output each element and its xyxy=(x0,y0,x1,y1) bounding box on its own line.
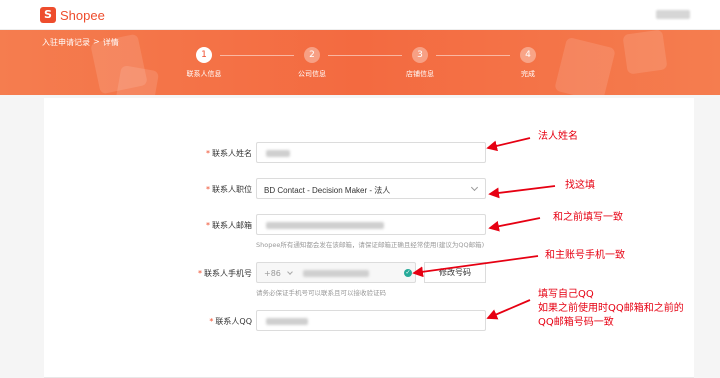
contact-position-select[interactable]: BD Contact - Decision Maker - 法人 xyxy=(256,178,486,199)
step-label: 完成 xyxy=(521,70,535,78)
step-number: 3 xyxy=(412,47,428,63)
phone-hint: 请务必保证手机号可以联系且可以接收验证码 xyxy=(256,289,386,297)
annotation-same-as-before: 和之前填写一致 xyxy=(553,212,623,223)
blurred-value xyxy=(266,150,290,157)
contact-email-input[interactable] xyxy=(256,214,486,235)
position-selected-value: BD Contact - Decision Maker - 法人 xyxy=(264,186,391,195)
step-label: 公司信息 xyxy=(298,70,326,78)
qq-label: * 联系人QQ xyxy=(209,317,252,326)
contact-phone-input[interactable]: +86 ✓ xyxy=(256,262,416,283)
step-4: 4 完成 xyxy=(498,47,558,79)
step-label: 店铺信息 xyxy=(406,70,434,78)
email-hint: Shopee所有通知都会发在该邮箱，请保证邮箱正确且经常使用(建议为QQ邮箱) xyxy=(256,241,485,249)
progress-banner: 入驻申请记录 > 详情 1 联系人信息 2 公司信息 3 店铺信息 4 完成 xyxy=(0,30,720,95)
bag-decoration xyxy=(622,30,668,75)
top-bar: S Shopee xyxy=(0,0,720,30)
blurred-value xyxy=(266,318,308,325)
email-label: * 联系人邮箱 xyxy=(206,221,252,230)
step-3: 3 店铺信息 xyxy=(390,47,450,79)
logo-text: Shopee xyxy=(60,7,105,23)
shopee-bag-icon: S xyxy=(40,7,56,23)
position-label: * 联系人职位 xyxy=(206,185,252,194)
breadcrumb: 入驻申请记录 > 详情 xyxy=(42,37,119,48)
change-number-button[interactable]: 修改号码 xyxy=(424,262,486,283)
breadcrumb-parent[interactable]: 入驻申请记录 xyxy=(42,37,90,48)
annotation-same-phone: 和主账号手机一致 xyxy=(545,250,625,261)
blurred-value xyxy=(303,270,369,277)
contact-form-card: * 联系人姓名 * 联系人职位 BD Contact - Decision Make… xyxy=(44,98,694,378)
step-number: 1 xyxy=(196,47,212,63)
step-2: 2 公司信息 xyxy=(282,47,342,79)
country-code[interactable]: +86 xyxy=(264,269,281,278)
step-indicator: 1 联系人信息 2 公司信息 3 店铺信息 4 完成 xyxy=(168,47,558,87)
bag-decoration xyxy=(554,36,616,95)
chevron-down-icon xyxy=(287,269,293,275)
blurred-value xyxy=(266,222,384,229)
annotation-qq-line-2: 如果之前使用时QQ邮箱和之前的 xyxy=(538,303,684,314)
chevron-down-icon xyxy=(470,183,479,192)
verified-check-icon: ✓ xyxy=(404,269,412,277)
annotation-legal-name: 法人姓名 xyxy=(538,131,578,142)
step-number: 4 xyxy=(520,47,536,63)
breadcrumb-separator: > xyxy=(93,37,100,46)
annotation-qq-line-3: QQ邮箱号码一致 xyxy=(538,317,614,328)
contact-name-input[interactable] xyxy=(256,142,486,163)
step-label: 联系人信息 xyxy=(186,70,222,78)
breadcrumb-current: 详情 xyxy=(102,38,119,47)
contact-qq-input[interactable] xyxy=(256,310,486,331)
bag-decoration xyxy=(114,65,160,95)
annotation-find-this: 找这填 xyxy=(565,180,595,191)
step-number: 2 xyxy=(304,47,320,63)
name-label: * 联系人姓名 xyxy=(206,149,252,158)
step-1: 1 联系人信息 xyxy=(174,47,234,79)
annotation-qq-line-1: 填写自己QQ xyxy=(538,289,594,300)
account-name-blurred[interactable] xyxy=(656,10,690,19)
shopee-logo[interactable]: S Shopee xyxy=(40,7,105,23)
phone-label: * 联系人手机号 xyxy=(198,269,252,278)
